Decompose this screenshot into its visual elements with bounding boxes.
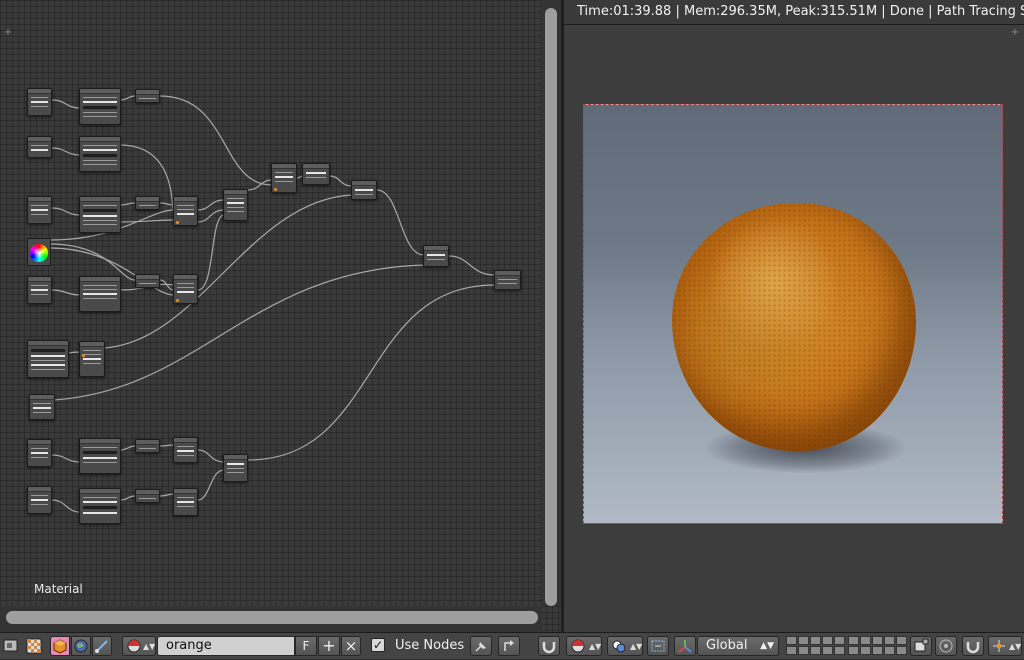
proportional-edit-icon[interactable] — [935, 636, 957, 656]
new-material-button[interactable]: + — [318, 636, 340, 656]
node[interactable] — [271, 163, 297, 193]
node[interactable] — [223, 454, 248, 482]
layer-buttons-group-1[interactable] — [786, 636, 845, 656]
transform-orientation-select[interactable]: Global ▲▼ — [697, 636, 779, 656]
orange-render — [672, 203, 916, 451]
node[interactable] — [79, 438, 121, 474]
pivot-arrows-icon: ▲▼ — [630, 642, 642, 651]
render-status-bar: Time:01:39.88 | Mem:296.35M, Peak:315.51… — [564, 0, 1024, 25]
bottom-header-bar: ▲▼ orange F + × ✓ Use Nodes ▲▼ ▲▼ Global… — [0, 632, 1024, 659]
horizontal-scrollbar[interactable] — [6, 611, 538, 624]
node[interactable] — [27, 486, 52, 514]
render-view[interactable]: Time:01:39.88 | Mem:296.35M, Peak:315.51… — [564, 0, 1024, 632]
shading-arrows-icon: ▲▼ — [589, 642, 601, 651]
use-nodes-label: Use Nodes — [395, 638, 465, 653]
node[interactable] — [79, 488, 121, 524]
node[interactable] — [302, 163, 330, 185]
node[interactable] — [27, 136, 52, 158]
node[interactable] — [27, 196, 52, 224]
node[interactable] — [79, 341, 105, 377]
area-split-icon[interactable]: + — [3, 28, 13, 38]
transform-orientation-value: Global — [706, 638, 748, 653]
node[interactable] — [351, 180, 377, 200]
node[interactable] — [79, 276, 121, 312]
material-browse-button[interactable]: ▲▼ — [122, 636, 156, 656]
viewport-shading-button[interactable]: ▲▼ — [566, 636, 602, 656]
node[interactable] — [27, 439, 52, 467]
render-frame — [583, 104, 1003, 524]
object-shader-icon[interactable] — [50, 636, 70, 656]
node[interactable] — [135, 439, 160, 453]
node[interactable] — [135, 274, 160, 288]
color-wheel-node[interactable] — [27, 238, 51, 266]
pin-icon[interactable] — [470, 636, 492, 656]
node[interactable] — [173, 488, 198, 516]
world-shader-icon[interactable] — [71, 636, 91, 656]
vertical-scrollbar[interactable] — [545, 8, 557, 606]
node[interactable] — [423, 245, 449, 267]
layer-buttons-group-2[interactable] — [848, 636, 907, 656]
line-style-brush-icon[interactable] — [92, 636, 112, 656]
node[interactable] — [79, 88, 121, 125]
node-editor[interactable]: + + Material — [0, 0, 561, 632]
node[interactable] — [173, 437, 198, 463]
node[interactable] — [135, 89, 160, 103]
node[interactable] — [79, 136, 121, 172]
go-to-parent-icon[interactable] — [498, 636, 520, 656]
fake-user-button[interactable]: F — [295, 636, 317, 656]
node[interactable] — [27, 88, 52, 116]
lock-camera-icon[interactable] — [910, 636, 932, 656]
pivot-point-button[interactable]: ▲▼ — [607, 636, 643, 656]
area-split-icon[interactable]: + — [1010, 28, 1020, 38]
node[interactable] — [223, 189, 248, 221]
browse-arrows-icon: ▲▼ — [143, 642, 155, 651]
snap-arrows-icon: ▲▼ — [1009, 642, 1021, 651]
node[interactable] — [173, 274, 198, 304]
snap-magnet-icon[interactable] — [538, 636, 560, 656]
material-name-field[interactable]: orange — [157, 636, 295, 656]
node[interactable] — [79, 196, 121, 233]
editor-type-icon[interactable] — [1, 636, 21, 656]
node[interactable] — [135, 196, 160, 210]
snap-magnet-icon[interactable] — [962, 636, 984, 656]
snap-element-button[interactable]: ▲▼ — [988, 636, 1022, 656]
editor-label: Material — [34, 582, 83, 596]
material-output-node[interactable] — [494, 270, 521, 290]
node[interactable] — [27, 340, 69, 378]
transform-manipulator-icon[interactable] — [647, 636, 669, 656]
node[interactable] — [27, 276, 52, 304]
node[interactable] — [29, 394, 55, 420]
unlink-material-button[interactable]: × — [341, 636, 361, 656]
color-wheel-icon — [30, 244, 48, 262]
checker-texture-icon[interactable] — [24, 636, 44, 656]
node[interactable] — [173, 196, 198, 226]
render-status-text: Time:01:39.88 | Mem:296.35M, Peak:315.51… — [577, 4, 1024, 19]
use-nodes-checkbox[interactable]: ✓ — [371, 638, 385, 652]
node[interactable] — [135, 489, 160, 503]
select-arrows-icon: ▲▼ — [760, 641, 774, 651]
manipulator-axes-icon[interactable] — [674, 636, 696, 656]
